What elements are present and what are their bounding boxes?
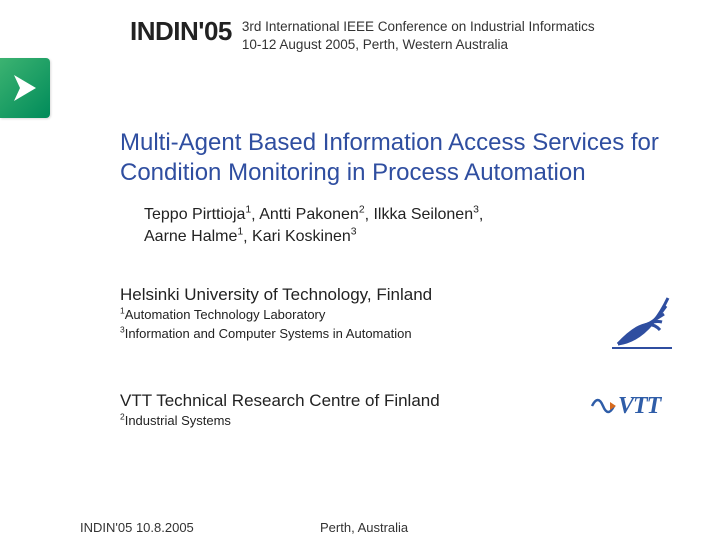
affiliation-2-name: VTT Technical Research Centre of Finland: [120, 390, 500, 412]
affiliation-1: Helsinki University of Technology, Finla…: [120, 284, 520, 343]
conference-full-name: 3rd International IEEE Conference on Ind…: [242, 16, 595, 54]
arrow-right-icon: [10, 73, 40, 103]
vtt-logo-text: VTT: [618, 393, 660, 420]
author: Ilkka Seilonen3: [373, 206, 478, 223]
affiliation-1-labs: 1Automation Technology Laboratory 3Inform…: [120, 306, 520, 343]
author: Antti Pakonen2: [259, 206, 364, 223]
author: Kari Koskinen3: [252, 228, 357, 245]
conference-header: INDIN'05 3rd International IEEE Conferen…: [130, 16, 700, 54]
vtt-wave-icon: [590, 392, 616, 420]
vtt-logo: VTT: [590, 386, 680, 426]
footer-location: Perth, Australia: [320, 520, 408, 535]
author: Teppo Pirttioja1: [144, 206, 251, 223]
hut-logo: [608, 282, 676, 352]
lab: 1Automation Technology Laboratory: [120, 307, 325, 322]
conference-short-name: INDIN'05: [130, 16, 232, 54]
slide-title: Multi-Agent Based Information Access Ser…: [120, 128, 680, 188]
affiliation-2-labs: 2Industrial Systems: [120, 412, 500, 430]
author: Aarne Halme1: [144, 228, 243, 245]
lab: 2Industrial Systems: [120, 413, 231, 428]
author-list: Teppo Pirttioja1, Antti Pakonen2, Ilkka …: [144, 204, 540, 248]
slide-accent-badge: [0, 58, 50, 118]
conference-line2: 10-12 August 2005, Perth, Western Austra…: [242, 37, 508, 52]
affiliation-1-name: Helsinki University of Technology, Finla…: [120, 284, 520, 306]
lab: 3Information and Computer Systems in Aut…: [120, 326, 412, 341]
conference-line1: 3rd International IEEE Conference on Ind…: [242, 19, 595, 34]
affiliation-2: VTT Technical Research Centre of Finland…: [120, 390, 500, 430]
footer-date: INDIN'05 10.8.2005: [80, 520, 194, 535]
